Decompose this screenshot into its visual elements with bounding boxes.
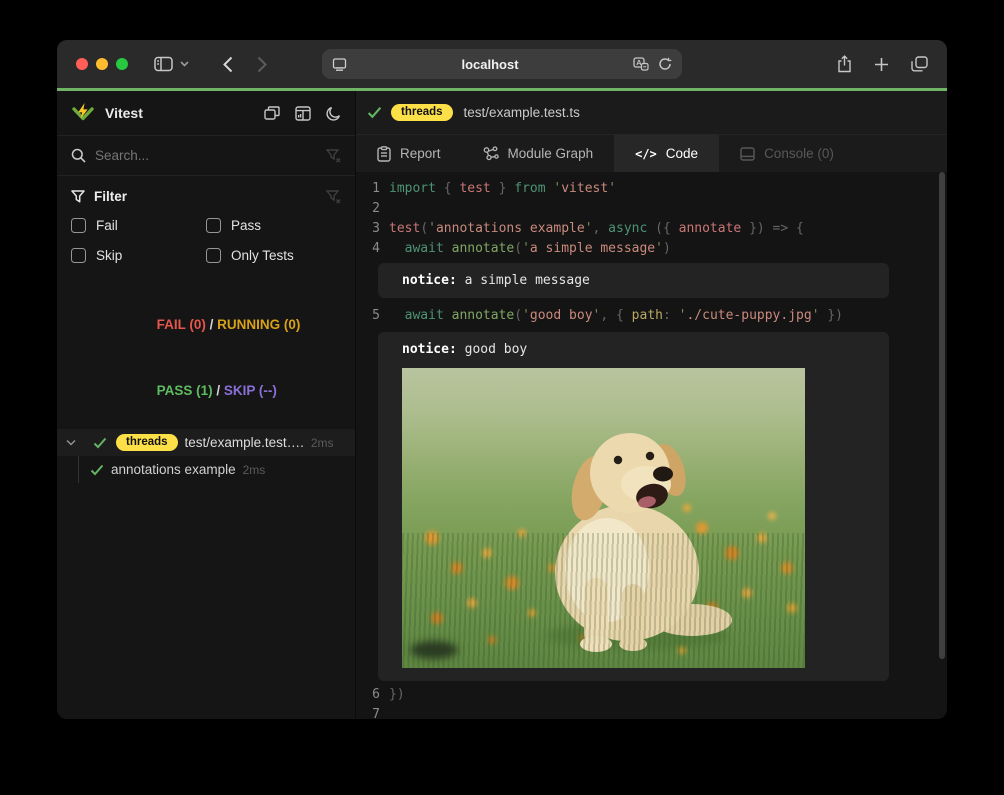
test-case-name: annotations example [111, 462, 236, 477]
test-file-duration: 2ms [311, 436, 334, 450]
checkbox-icon[interactable] [206, 218, 221, 233]
dashboard-icon[interactable] [295, 106, 311, 121]
new-tab-icon[interactable] [874, 57, 889, 72]
checkbox-icon[interactable] [71, 248, 86, 263]
collapse-panels-icon[interactable] [264, 106, 280, 121]
share-icon[interactable] [837, 55, 852, 73]
pool-badge: threads [116, 434, 178, 451]
indent-guide [78, 456, 79, 483]
checkbox-icon[interactable] [206, 248, 221, 263]
sidebar: Vitest [57, 91, 356, 719]
line-number: 4 [356, 239, 380, 259]
code-line: 7 [356, 705, 947, 719]
test-file-row[interactable]: threads test/example.test…. 2ms [57, 429, 355, 456]
skip-count: SKIP (--) [224, 383, 277, 398]
tab-console[interactable]: Console (0) [719, 135, 855, 172]
dark-mode-toggle-icon[interactable] [326, 106, 341, 121]
code-line: 6}) [356, 685, 947, 705]
address-bar[interactable]: localhost A [322, 49, 682, 79]
open-file-name: test/example.test.ts [464, 105, 580, 120]
code-line: 3test('annotations example', async ({ an… [356, 219, 947, 239]
tab-overview-icon[interactable] [911, 56, 928, 72]
filter-title: Filter [94, 189, 127, 204]
pass-check-icon [93, 437, 107, 449]
test-case-duration: 2ms [243, 463, 266, 477]
code-editor: 1import { test } from 'vitest'23test('an… [356, 172, 947, 719]
browser-window: localhost A [57, 40, 947, 719]
main-panel: threads test/example.test.ts Report [356, 91, 947, 719]
line-number: 1 [356, 179, 380, 199]
zoom-window-button[interactable] [116, 58, 128, 70]
translate-icon[interactable]: A [633, 57, 649, 71]
page-settings-icon[interactable] [332, 58, 347, 71]
tab-report[interactable]: Report [356, 135, 462, 172]
annotation-label: notice: [402, 273, 457, 288]
filter-checkbox-pass[interactable]: Pass [206, 210, 341, 240]
code-lines: 1import { test } from 'vitest'23test('an… [356, 179, 947, 719]
pass-check-icon [90, 464, 104, 476]
code-icon: </> [635, 147, 657, 161]
filter-section: Filter Fail Pass [57, 176, 355, 274]
app-title: Vitest [105, 105, 143, 121]
filter-checkbox-skip[interactable]: Skip [71, 240, 206, 270]
pass-count: PASS (1) [157, 383, 213, 398]
test-tree: threads test/example.test…. 2ms annotati… [57, 429, 355, 483]
report-icon [377, 146, 391, 162]
tab-code[interactable]: </> Code [614, 135, 719, 172]
sidebar-menu-chevron-icon[interactable] [180, 61, 189, 67]
reload-icon[interactable] [658, 57, 672, 71]
clear-filter-icon[interactable] [326, 190, 341, 204]
annotation-card: notice: a simple message [378, 263, 889, 298]
line-number: 3 [356, 219, 380, 239]
back-button[interactable] [223, 56, 233, 73]
module-graph-icon [483, 146, 499, 161]
filter-checkbox-fail[interactable]: Fail [71, 210, 206, 240]
file-header: threads test/example.test.ts [356, 91, 947, 135]
checkbox-icon[interactable] [71, 218, 86, 233]
search-icon [71, 148, 86, 163]
pass-check-icon [367, 106, 382, 119]
vitest-logo-icon [71, 102, 95, 124]
test-case-row[interactable]: annotations example 2ms [57, 456, 355, 483]
annotation-card: notice: good boy [378, 332, 889, 681]
test-file-name: test/example.test…. [185, 435, 304, 450]
close-window-button[interactable] [76, 58, 88, 70]
annotation-text: a simple message [457, 273, 590, 288]
filter-checkbox-only-tests[interactable]: Only Tests [206, 240, 341, 270]
annotation-text: good boy [457, 342, 527, 357]
scrollbar-thumb[interactable] [939, 172, 945, 659]
forward-button[interactable] [257, 56, 267, 73]
console-icon [740, 147, 755, 161]
annotation-attachment-image [402, 368, 805, 668]
browser-titlebar: localhost A [57, 40, 947, 88]
url-text[interactable]: localhost [347, 57, 633, 72]
line-number: 2 [356, 199, 380, 219]
annotation-label: notice: [402, 342, 457, 357]
sidebar-toggle-icon[interactable] [154, 56, 173, 72]
running-count: RUNNING (0) [217, 317, 300, 332]
code-line: 1import { test } from 'vitest' [356, 179, 947, 199]
minimize-window-button[interactable] [96, 58, 108, 70]
code-line: 4 await annotate('a simple message') [356, 239, 947, 259]
clear-search-filter-icon[interactable] [326, 149, 341, 163]
line-number: 7 [356, 705, 380, 719]
test-run-summary: FAIL (0) / RUNNING (0) PASS (1) / SKIP (… [57, 292, 355, 424]
search-input[interactable] [95, 148, 295, 163]
chevron-down-icon[interactable] [66, 439, 78, 446]
line-number: 6 [356, 685, 380, 705]
filter-funnel-icon [71, 190, 85, 203]
tab-bar: Report Module Graph </> Code [356, 135, 947, 172]
code-line: 2 [356, 199, 947, 219]
line-number: 5 [356, 306, 380, 326]
pool-badge: threads [391, 104, 453, 121]
tab-module-graph[interactable]: Module Graph [462, 135, 615, 172]
fail-count: FAIL (0) [157, 317, 206, 332]
traffic-lights [76, 58, 128, 70]
code-line: 5 await annotate('good boy', { path: './… [356, 306, 947, 326]
